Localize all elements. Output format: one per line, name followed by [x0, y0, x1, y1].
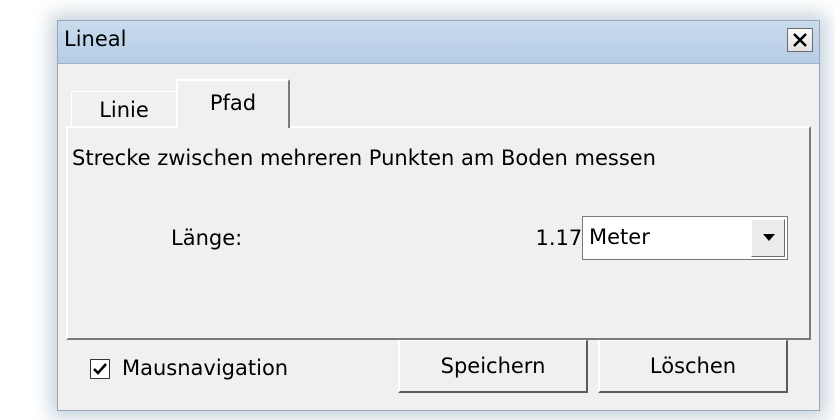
- checkmark-icon: [93, 363, 107, 375]
- window-title: Lineal: [64, 27, 127, 51]
- delete-button[interactable]: Löschen: [598, 339, 788, 393]
- unit-selected-value: Meter: [589, 225, 650, 249]
- close-button[interactable]: [787, 28, 813, 52]
- save-button[interactable]: Speichern: [398, 339, 588, 393]
- tab-linie-label: Linie: [99, 98, 149, 122]
- unit-dropdown-button[interactable]: [751, 219, 785, 257]
- mausnavigation-checkbox[interactable]: [90, 359, 110, 379]
- chevron-down-icon: [763, 234, 775, 241]
- unit-select[interactable]: Meter: [582, 216, 788, 260]
- tab-pfad-label: Pfad: [209, 91, 257, 115]
- close-icon: [793, 33, 807, 47]
- pfad-panel: Strecke zwischen mehreren Punkten am Bod…: [66, 126, 811, 340]
- length-label: Länge:: [171, 226, 243, 250]
- panel-description: Strecke zwischen mehreren Punkten am Bod…: [72, 146, 656, 170]
- tab-linie[interactable]: Linie: [71, 91, 177, 128]
- lineal-dialog: Lineal Linie Pfad Strecke zwischen mehre…: [57, 20, 820, 411]
- tab-pfad[interactable]: Pfad: [176, 79, 290, 128]
- mausnavigation-label[interactable]: Mausnavigation: [122, 356, 288, 380]
- title-bar: Lineal: [58, 21, 819, 64]
